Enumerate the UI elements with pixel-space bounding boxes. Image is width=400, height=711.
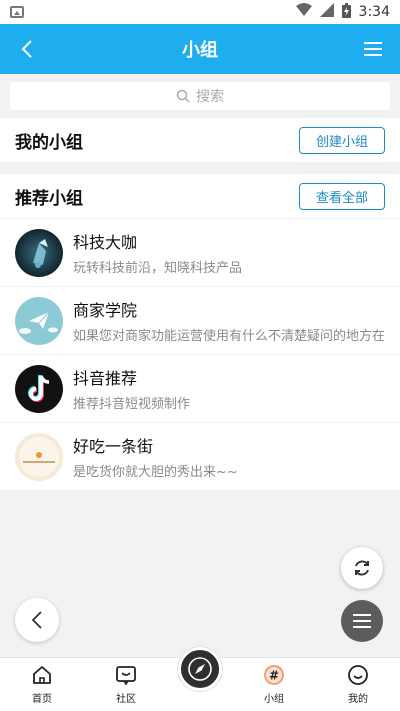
search-bar: 搜索 [0, 74, 400, 118]
battery-icon [341, 2, 351, 22]
group-item-merchant[interactable]: 商家学院 如果您对商家功能运营使用有什么不清楚疑问的地方在 [0, 286, 400, 354]
compass-icon [188, 657, 212, 681]
svg-text:#: # [269, 669, 279, 683]
search-icon [176, 89, 190, 103]
tiktok-avatar [15, 364, 63, 413]
discover-button[interactable] [178, 647, 222, 691]
refresh-button[interactable] [341, 547, 383, 589]
group-desc: 玩转科技前沿，知晓科技产品 [73, 261, 243, 276]
floating-back-button[interactable] [15, 598, 59, 642]
status-time: 3:34 [358, 4, 390, 20]
floating-menu-button[interactable] [341, 600, 383, 642]
group-name: 抖音推荐 [73, 369, 138, 388]
status-bar: 3:34 [0, 0, 400, 24]
nav-label: 我的 [348, 694, 368, 705]
hamburger-icon [353, 614, 371, 628]
group-item-tiktok[interactable]: 抖音推荐 推荐抖音短视频制作 [0, 354, 400, 422]
group-desc: 推荐抖音短视频制作 [73, 397, 191, 412]
merchant-avatar [15, 296, 63, 345]
nav-label: 社区 [116, 694, 136, 705]
app-bar: 小组 [0, 24, 400, 74]
group-name: 商家学院 [73, 301, 138, 320]
hamburger-icon [364, 42, 382, 56]
community-icon [115, 662, 137, 688]
recommended-groups-section: 推荐小组 查看全部 科技大咖 玩转科技前沿，知晓科技产品 商家学院 如果您对商家… [0, 174, 400, 490]
chevron-left-icon [21, 40, 32, 58]
group-desc: 是吃货你就大胆的秀出来~~ [73, 465, 238, 480]
profile-icon [347, 662, 369, 688]
wifi-icon [295, 3, 312, 21]
nav-item-group[interactable]: # 小组 [234, 662, 314, 705]
search-placeholder: 搜索 [196, 89, 224, 105]
page-title: 小组 [182, 40, 218, 61]
back-button[interactable] [12, 34, 42, 64]
search-input[interactable]: 搜索 [10, 82, 390, 110]
image-notification-icon [10, 6, 24, 18]
nav-item-home[interactable]: 首页 [2, 662, 82, 705]
nav-item-community[interactable]: 社区 [86, 662, 166, 705]
recommended-groups-title: 推荐小组 [15, 188, 83, 209]
signal-icon [319, 3, 334, 21]
group-item-tech[interactable]: 科技大咖 玩转科技前沿，知晓科技产品 [0, 218, 400, 286]
home-icon [31, 662, 53, 688]
food-avatar [15, 432, 63, 481]
create-group-button[interactable]: 创建小组 [298, 126, 385, 154]
group-icon: # [263, 662, 285, 688]
group-item-food[interactable]: 好吃一条街 是吃货你就大胆的秀出来~~ [0, 422, 400, 490]
tech-avatar [15, 228, 63, 277]
nav-item-profile[interactable]: 我的 [318, 662, 398, 705]
my-groups-section: 我的小组 创建小组 [0, 118, 400, 162]
refresh-icon [355, 560, 369, 576]
group-name: 科技大咖 [73, 233, 138, 252]
group-name: 好吃一条街 [73, 437, 154, 456]
nav-label: 小组 [264, 694, 284, 705]
menu-button[interactable] [358, 34, 388, 64]
nav-label: 首页 [32, 694, 52, 705]
my-groups-title: 我的小组 [15, 132, 83, 153]
group-desc: 如果您对商家功能运营使用有什么不清楚疑问的地方在 [73, 329, 385, 344]
chevron-left-icon [31, 611, 42, 629]
view-all-button[interactable]: 查看全部 [298, 182, 385, 210]
